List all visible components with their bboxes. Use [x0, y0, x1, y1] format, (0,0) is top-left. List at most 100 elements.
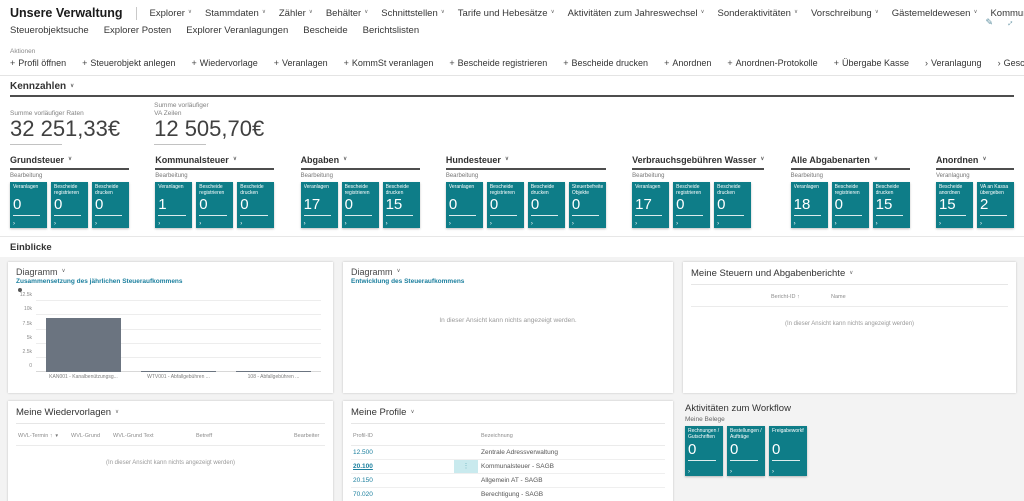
- tile-veranlagen[interactable]: Veranlagen17›: [301, 182, 338, 228]
- chart1-subtitle-link[interactable]: Zusammensetzung des jährlichen Steuerauf…: [16, 278, 325, 285]
- tile-bescheide-drucken[interactable]: Bescheide drucken0›: [714, 182, 751, 228]
- tile-veranlagen[interactable]: Veranlagen0›: [446, 182, 483, 228]
- tile-bescheide-registrieren[interactable]: Bescheide registrieren0›: [673, 182, 710, 228]
- action-wiedervorlage[interactable]: +Wiedervorlage: [191, 58, 257, 68]
- navlink-explorer-veranlagungen[interactable]: Explorer Veranlagungen: [186, 25, 288, 36]
- profile-id-link[interactable]: 20.100: [353, 463, 373, 470]
- action-bescheide-drucken[interactable]: +Bescheide drucken: [563, 58, 648, 68]
- tile-underline: [676, 215, 703, 216]
- menu-zähler[interactable]: Zähler∨: [279, 8, 313, 19]
- menu-gästemeldewesen[interactable]: Gästemeldewesen∨: [892, 8, 978, 19]
- table-row-12-500[interactable]: 12.500Zentrale Adressverwaltung: [351, 446, 665, 460]
- chevron-down-icon: ∨: [309, 10, 313, 16]
- tile-veranlagen[interactable]: Veranlagen0›: [10, 182, 47, 228]
- kpi-va-zeilen[interactable]: Summe vorläufiger VA Zeilen 12 505,70€: [154, 101, 264, 145]
- tile-va-an-kassa-übergeben[interactable]: VA an Kassa übergeben2›: [977, 182, 1014, 228]
- kennzahlen-title[interactable]: Kennzahlen ∨: [10, 81, 1014, 97]
- design-pencil-icon[interactable]: ✎: [985, 17, 993, 28]
- tile-bescheide-drucken[interactable]: Bescheide drucken0›: [92, 182, 129, 228]
- menu-aktivitäten-zum-jahreswechsel[interactable]: Aktivitäten zum Jahreswechsel∨: [568, 8, 705, 19]
- selected-cell[interactable]: ⋮: [454, 460, 478, 473]
- action-profil-öffnen[interactable]: +Profil öffnen: [10, 58, 66, 68]
- cue-group-title-grundsteuer[interactable]: Grundsteuer∨: [10, 155, 129, 170]
- tile-bescheide-drucken[interactable]: Bescheide drucken15›: [383, 182, 420, 228]
- navlink-berichtslisten[interactable]: Berichtslisten: [363, 25, 420, 36]
- column-header-wvl-grund-text[interactable]: WVL-Grund Text: [113, 433, 154, 439]
- y-axis-tick: 10k: [16, 306, 32, 312]
- menu-vorschreibung[interactable]: Vorschreibung∨: [811, 8, 879, 19]
- column-header-wvl-grund[interactable]: WVL-Grund: [71, 433, 100, 439]
- chart1-title[interactable]: Diagramm ∨: [16, 267, 325, 277]
- tile-bescheide-anordnen[interactable]: Bescheide anordnen15›: [936, 182, 973, 228]
- cue-group-title-kommunalsteuer[interactable]: Kommunalsteuer∨: [155, 155, 274, 170]
- y-axis-tick: 5k: [16, 335, 32, 341]
- tile-bescheide-drucken[interactable]: Bescheide drucken0›: [528, 182, 565, 228]
- menu-tarife-und-hebesätze[interactable]: Tarife und Hebesätze∨: [458, 8, 555, 19]
- menu-behälter[interactable]: Behälter∨: [326, 8, 368, 19]
- navlink-explorer-posten[interactable]: Explorer Posten: [104, 25, 172, 36]
- tile-veranlagen[interactable]: Veranlagen1›: [155, 182, 192, 228]
- profile-id-link[interactable]: 12.500: [353, 449, 373, 456]
- tile-veranlagen[interactable]: Veranlagen17›: [632, 182, 669, 228]
- tile-value: 1: [158, 197, 189, 214]
- profile-title[interactable]: Meine Profile ∨: [351, 406, 665, 424]
- column-header-bearbeiter[interactable]: Bearbeiter: [294, 433, 319, 439]
- menu-stammdaten[interactable]: Stammdaten∨: [205, 8, 266, 19]
- tile-rechnungen-gutschriften[interactable]: Rechnungen / Gutschriften0›: [685, 426, 723, 476]
- app-title: Unsere Verwaltung: [10, 6, 123, 20]
- action-veranlagen[interactable]: +Veranlagen: [274, 58, 328, 68]
- column-header-betreff[interactable]: Betreff: [196, 433, 212, 439]
- navlink-steuerobjektsuche[interactable]: Steuerobjektsuche: [10, 25, 89, 36]
- wiedervorlagen-title[interactable]: Meine Wiedervorlagen ∨: [16, 406, 325, 424]
- tile-bescheide-registrieren[interactable]: Bescheide registrieren0›: [487, 182, 524, 228]
- chart-bar[interactable]: [46, 318, 120, 373]
- tile-label: Freigabeworkfl...: [772, 428, 804, 442]
- navlink-bescheide[interactable]: Bescheide: [303, 25, 347, 36]
- profile-id-link[interactable]: 70.020: [353, 491, 373, 498]
- cue-group-title-anordnen[interactable]: Anordnen∨: [936, 155, 1014, 170]
- action-veranlagung[interactable]: ›Veranlagung: [925, 58, 982, 68]
- tile-bescheide-registrieren[interactable]: Bescheide registrieren0›: [51, 182, 88, 228]
- tile-steuerbefreite-objekte[interactable]: Steuerbefreite Objekte0›: [569, 182, 606, 228]
- cue-group-title-hundesteuer[interactable]: Hundesteuer∨: [446, 155, 606, 170]
- tile-bescheide-drucken[interactable]: Bescheide drucken15›: [873, 182, 910, 228]
- tile-bescheide-registrieren[interactable]: Bescheide registrieren0›: [832, 182, 869, 228]
- action-geschäftsvorfälle-zähler[interactable]: ›Geschäftsvorfälle Zähler: [998, 58, 1024, 68]
- table-row-20-100[interactable]: 20.100⋮Kommunalsteuer - SAGB: [351, 460, 665, 474]
- action-anordnen-protokolle[interactable]: +Anordnen-Protokolle: [727, 58, 817, 68]
- tile-bescheide-registrieren[interactable]: Bescheide registrieren0›: [196, 182, 233, 228]
- tile-bestellungen-aufträge[interactable]: Bestellungen / Aufträge0›: [727, 426, 765, 476]
- action-kommst-veranlagen[interactable]: +KommSt veranlagen: [344, 58, 434, 68]
- profile-id-link[interactable]: 20.150: [353, 477, 373, 484]
- chart-bar[interactable]: [236, 371, 310, 372]
- action-bescheide-registrieren[interactable]: +Bescheide registrieren: [449, 58, 547, 68]
- chevron-right-icon: ›: [345, 221, 347, 227]
- menu-sonderaktivitäten[interactable]: Sonderaktivitäten∨: [718, 8, 798, 19]
- menu-explorer[interactable]: Explorer∨: [150, 8, 192, 19]
- action-übergabe-kasse[interactable]: +Übergabe Kasse: [834, 58, 909, 68]
- column-header-bericht-id[interactable]: Bericht-ID ↑: [771, 294, 800, 300]
- chart2-title[interactable]: Diagramm ∨: [351, 267, 665, 277]
- menu-schnittstellen[interactable]: Schnittstellen∨: [381, 8, 445, 19]
- chart1-area: 02.5k5k7.5k10k12.5kKAN001 - Kanalbenützu…: [16, 288, 325, 384]
- tile-bescheide-registrieren[interactable]: Bescheide registrieren0›: [342, 182, 379, 228]
- kpi-raten[interactable]: Summe vorläufiger Raten 32 251,33€: [10, 101, 120, 145]
- cue-group-title-abgaben[interactable]: Abgaben∨: [301, 155, 420, 170]
- tile-freigabeworkfl[interactable]: Freigabeworkfl...0›: [769, 426, 807, 476]
- column-header-name[interactable]: Name: [831, 294, 846, 300]
- tile-veranlagen[interactable]: Veranlagen18›: [791, 182, 828, 228]
- table-row-20-150[interactable]: 20.150Allgemein AT - SAGB: [351, 474, 665, 488]
- chart2-subtitle-link[interactable]: Entwicklung des Steueraufkommens: [351, 278, 665, 285]
- cue-group-title-alle-abgabenarten[interactable]: Alle Abgabenarten∨: [791, 155, 910, 170]
- tile-bescheide-drucken[interactable]: Bescheide drucken0›: [237, 182, 274, 228]
- column-header-wvl-termin[interactable]: WVL-Termin ↑▼: [18, 433, 59, 439]
- cue-group-title-verbrauchsgebühren-wasser[interactable]: Verbrauchsgebühren Wasser∨: [632, 155, 764, 170]
- column-header-profil-id[interactable]: Profil-ID: [353, 433, 373, 439]
- action-anordnen[interactable]: +Anordnen: [664, 58, 711, 68]
- chart2-title-label: Diagramm: [351, 267, 393, 277]
- action-steuerobjekt-anlegen[interactable]: +Steuerobjekt anlegen: [82, 58, 175, 68]
- berichte-title[interactable]: Meine Steuern und Abgabenberichte ∨: [691, 267, 1008, 285]
- column-header-bezeichnung[interactable]: Bezeichnung: [481, 433, 513, 439]
- table-row-70-020[interactable]: 70.020Berechtigung - SAGB: [351, 488, 665, 501]
- chart-bar[interactable]: [141, 371, 215, 372]
